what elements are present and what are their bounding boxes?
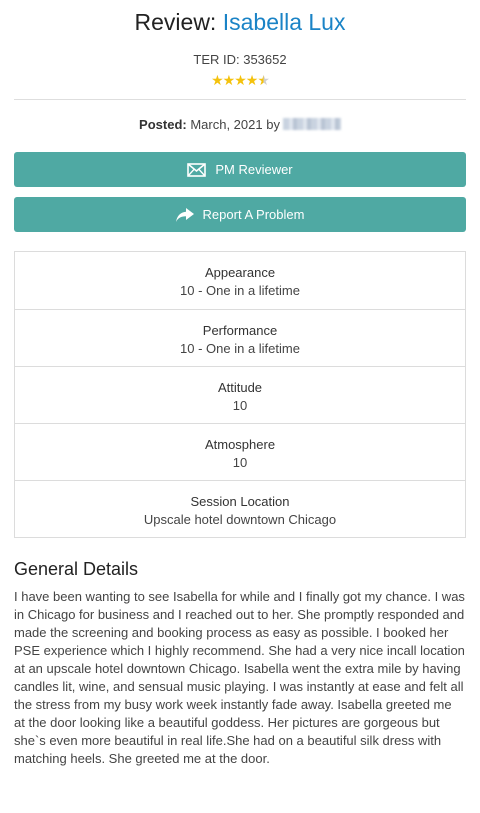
rating-label: Appearance (204, 265, 276, 280)
star-icon: ★ (234, 72, 247, 88)
posted-value: March, 2021 by (190, 117, 280, 132)
rating-label: Performance (202, 323, 278, 338)
envelope-icon (187, 162, 207, 177)
general-details-heading: General Details (14, 559, 139, 579)
general-details-text: I have been wanting to see Isabella for … (14, 589, 465, 766)
ter-id: TER ID: 353652 (193, 52, 287, 67)
posted-line: Posted: March, 2021 by (14, 117, 466, 133)
rating-value: 10 - One in a lifetime (180, 341, 300, 356)
rating-label: Attitude (217, 380, 263, 395)
rating-row-appearance: Appearance 10 - One in a lifetime (15, 252, 465, 309)
rating-value: 10 (232, 398, 248, 413)
share-arrow-icon (175, 207, 194, 222)
pm-reviewer-label: PM Reviewer (215, 162, 293, 177)
half-star-icon: ★ (257, 72, 270, 88)
report-problem-label: Report A Problem (202, 207, 305, 222)
reviewer-name-redacted[interactable] (282, 118, 341, 130)
rating-value: Upscale hotel downtown Chicago (143, 512, 337, 527)
pm-reviewer-button[interactable]: PM Reviewer (14, 152, 466, 187)
provider-name-link[interactable]: Isabella Lux (223, 9, 346, 35)
ratings-table: Appearance 10 - One in a lifetime Perfor… (14, 251, 466, 538)
star-icon: ★ (211, 72, 224, 88)
rating-row-atmosphere: Atmosphere 10 (15, 423, 465, 480)
report-problem-button[interactable]: Report A Problem (14, 197, 466, 232)
rating-label: Atmosphere (204, 437, 276, 452)
star-icon: ★ (245, 72, 259, 88)
star-rating: ★★★★★ (14, 72, 466, 88)
rating-row-session-location: Session Location Upscale hotel downtown … (15, 480, 465, 537)
rating-row-performance: Performance 10 - One in a lifetime (15, 309, 465, 366)
rating-row-attitude: Attitude 10 (15, 366, 465, 423)
review-page: Review: Isabella Lux TER ID: 353652 ★★★★… (0, 8, 480, 768)
posted-label: Posted: (139, 117, 187, 132)
rating-label: Session Location (190, 494, 290, 509)
page-title: Review: Isabella Lux (14, 8, 466, 38)
divider (14, 99, 466, 100)
rating-value: 10 (232, 455, 248, 470)
star-icon: ★ (222, 72, 236, 88)
rating-value: 10 - One in a lifetime (180, 283, 300, 298)
title-prefix: Review: (134, 9, 217, 35)
